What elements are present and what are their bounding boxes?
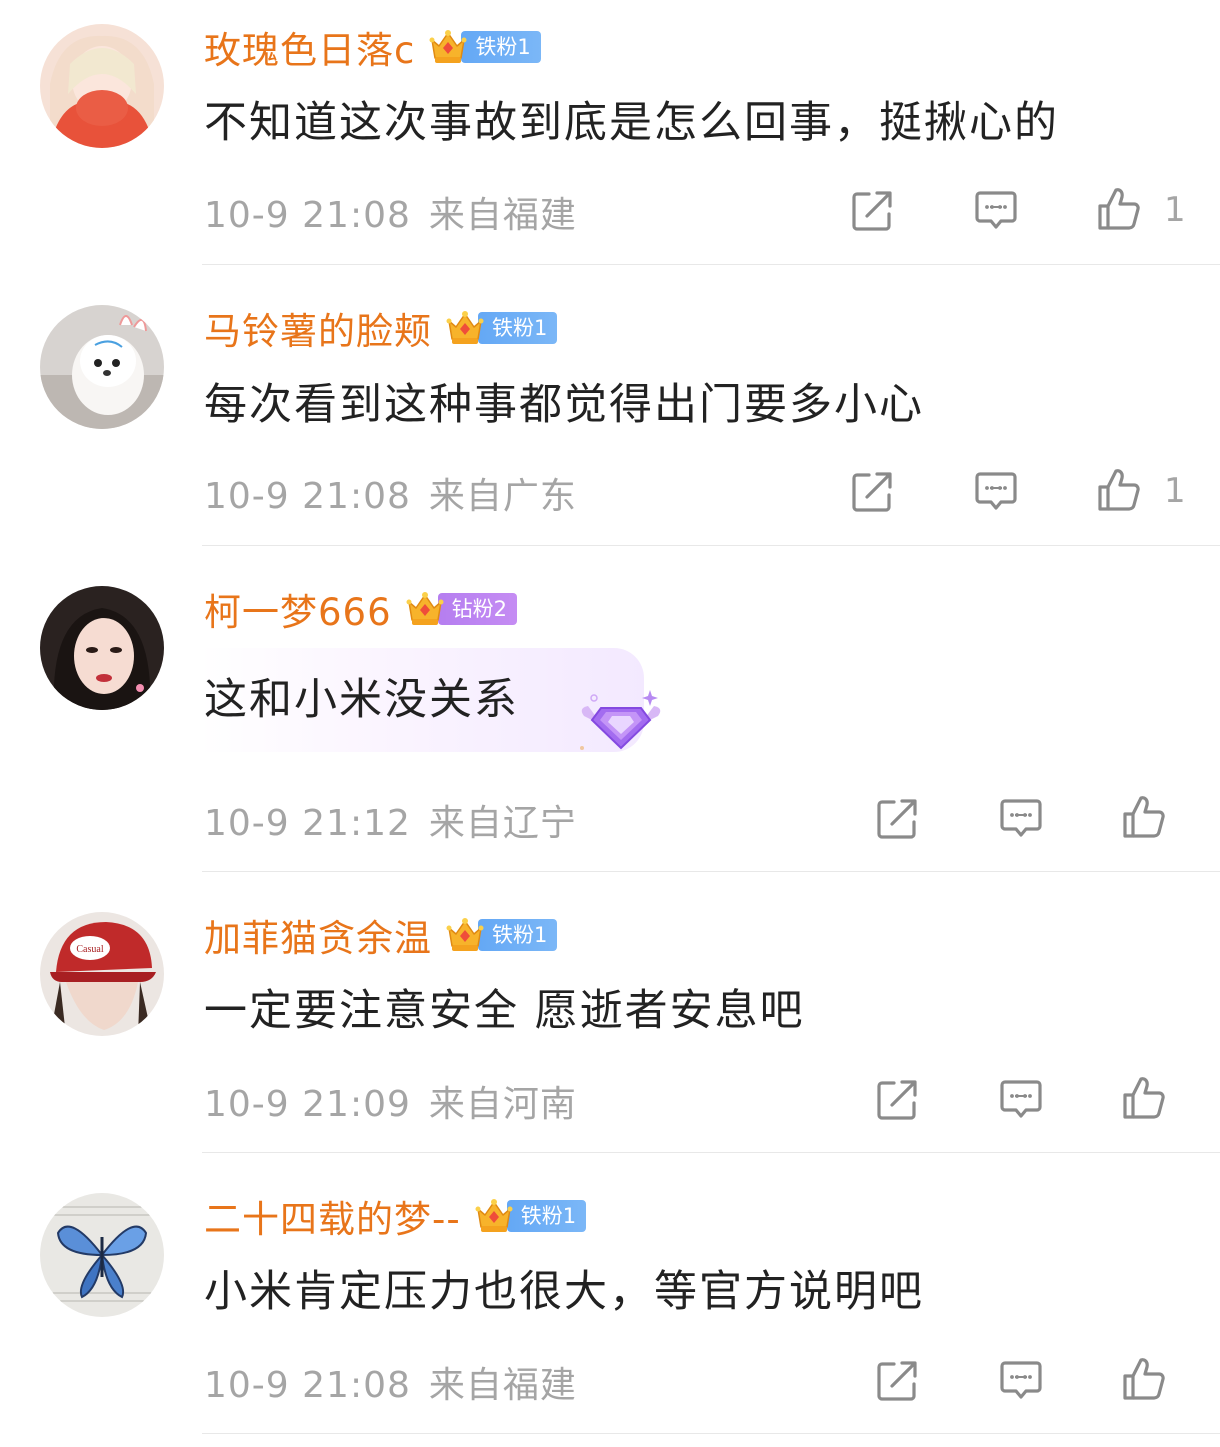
divider [202,545,1220,546]
fan-badge[interactable]: 铁粉1 [444,914,558,956]
location: 来自广东 [428,476,577,517]
share-icon[interactable] [872,1075,922,1125]
username[interactable]: 加菲猫贪余温 [204,908,432,962]
username[interactable]: 玫瑰色日落c [204,20,415,74]
timestamp: 10-9 21:09 [204,1084,411,1125]
comment-text: 每次看到这种事都觉得出门要多小心 [204,380,924,430]
like-count: 1 [1164,190,1186,230]
fan-badge-label: 钻粉2 [437,593,517,625]
share-icon[interactable] [872,794,922,844]
fan-badge[interactable]: 铁粉1 [427,26,541,68]
avatar[interactable] [40,305,164,429]
comment-meta: 10-9 21:08 来自广东 [204,467,577,519]
comment-icon[interactable] [996,794,1046,844]
comment-meta: 10-9 21:12 来自辽宁 [204,794,577,846]
fan-badge[interactable]: 铁粉1 [444,307,558,349]
comment-text: 小米肯定压力也很大，等官方说明吧 [204,1267,924,1317]
like-count: 1 [1164,471,1186,511]
crown-icon [444,307,486,349]
divider [202,1433,1220,1434]
username[interactable]: 二十四载的梦-- [204,1189,461,1243]
comment-icon[interactable] [971,467,1021,517]
username[interactable]: 柯一梦666 [204,582,392,636]
timestamp: 10-9 21:08 [204,1365,411,1406]
location: 来自福建 [428,195,577,236]
like-icon[interactable] [1094,184,1144,234]
comment-icon[interactable] [971,186,1021,236]
like-icon[interactable] [1119,792,1169,842]
divider [202,871,1220,872]
share-icon[interactable] [847,467,897,517]
comment-text: 一定要注意安全 愿逝者安息吧 [204,986,805,1036]
comment-meta: 10-9 21:08 来自福建 [204,1356,577,1408]
crown-icon [404,588,446,630]
divider [202,1152,1220,1153]
fan-badge-label: 铁粉1 [506,1200,587,1232]
fan-badge-label: 铁粉1 [478,919,558,951]
avatar[interactable]: Casual [40,912,164,1036]
crown-icon [473,1195,515,1237]
comment-meta: 10-9 21:08 来自福建 [204,186,577,238]
location: 来自辽宁 [428,803,577,844]
location: 来自福建 [428,1365,577,1406]
avatar[interactable] [40,24,164,148]
like-icon[interactable] [1094,465,1144,515]
fan-badge[interactable]: 铁粉1 [473,1195,587,1237]
timestamp: 10-9 21:08 [204,195,411,236]
fan-badge-label: 铁粉1 [461,31,541,63]
like-icon[interactable] [1119,1354,1169,1404]
crown-icon [427,26,469,68]
comment-icon[interactable] [996,1356,1046,1406]
comment-meta: 10-9 21:09 来自河南 [204,1075,577,1127]
share-icon[interactable] [872,1356,922,1406]
location: 来自河南 [428,1084,577,1125]
fan-badge-label: 铁粉1 [478,312,558,344]
username[interactable]: 马铃薯的脸颊 [204,301,432,355]
share-icon[interactable] [847,186,897,236]
divider [202,264,1220,265]
comment-text: 这和小米没关系 [204,675,519,725]
crown-icon [444,914,486,956]
comment-icon[interactable] [996,1075,1046,1125]
timestamp: 10-9 21:12 [204,803,411,844]
diamond-bubble-icon [580,690,661,750]
like-icon[interactable] [1119,1073,1169,1123]
timestamp: 10-9 21:08 [204,476,411,517]
fan-badge[interactable]: 钻粉2 [404,591,517,627]
svg-text:Casual: Casual [76,944,103,955]
avatar[interactable] [40,1193,164,1317]
avatar[interactable] [40,586,164,710]
comment-text: 不知道这次事故到底是怎么回事，挺揪心的 [204,98,1059,148]
